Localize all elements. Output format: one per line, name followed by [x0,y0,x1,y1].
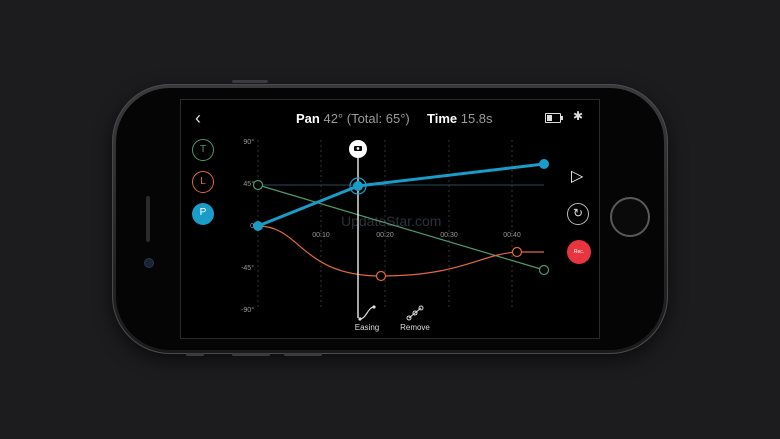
easing-label: Easing [354,323,380,332]
x-tick-0020: 00:20 [376,232,394,239]
pan-keyframe[interactable] [539,159,549,169]
lean-keyframe[interactable] [375,270,387,282]
volume-button [232,80,268,83]
home-button[interactable] [610,197,650,237]
pan-curve-segment-2 [357,162,545,188]
y-tick-90: 90° [243,138,254,146]
record-button[interactable]: Rec. [567,240,591,264]
remove-keyframe-icon [406,305,424,321]
watermark: UpdateStar.com [341,213,442,229]
x-tick-0010: 00:10 [312,232,330,239]
tilt-keyframe[interactable] [252,179,264,191]
lean-keyframe[interactable] [511,246,523,258]
side-button-1 [232,353,270,356]
y-tick-minus45: -45° [241,264,254,272]
speaker-slit [146,196,150,242]
pan-selected-keyframe[interactable] [353,181,363,191]
front-camera [144,258,154,268]
play-icon[interactable]: ▷ [571,166,583,186]
x-tick-0030: 00:30 [440,232,458,239]
y-tick-minus90: -90° [241,306,254,314]
x-tick-0040: 00:40 [503,232,521,239]
lean-curve [257,225,544,277]
easing-curve-icon [358,305,376,321]
easing-button[interactable]: Easing [353,305,381,332]
side-button-2 [284,353,322,356]
tilt-keyframe[interactable] [538,264,550,276]
camera-lens [356,147,360,150]
reset-icon[interactable]: ↻ [567,203,589,225]
app-screen: ‹ Pan 42° (Total: 65°) Time 15.8s ✱ T L … [180,99,600,339]
remove-button[interactable]: Remove [399,305,431,332]
y-tick-45: 45° [243,180,254,188]
remove-label: Remove [400,323,430,332]
pan-keyframe[interactable] [253,221,263,231]
side-button-small [186,353,204,356]
